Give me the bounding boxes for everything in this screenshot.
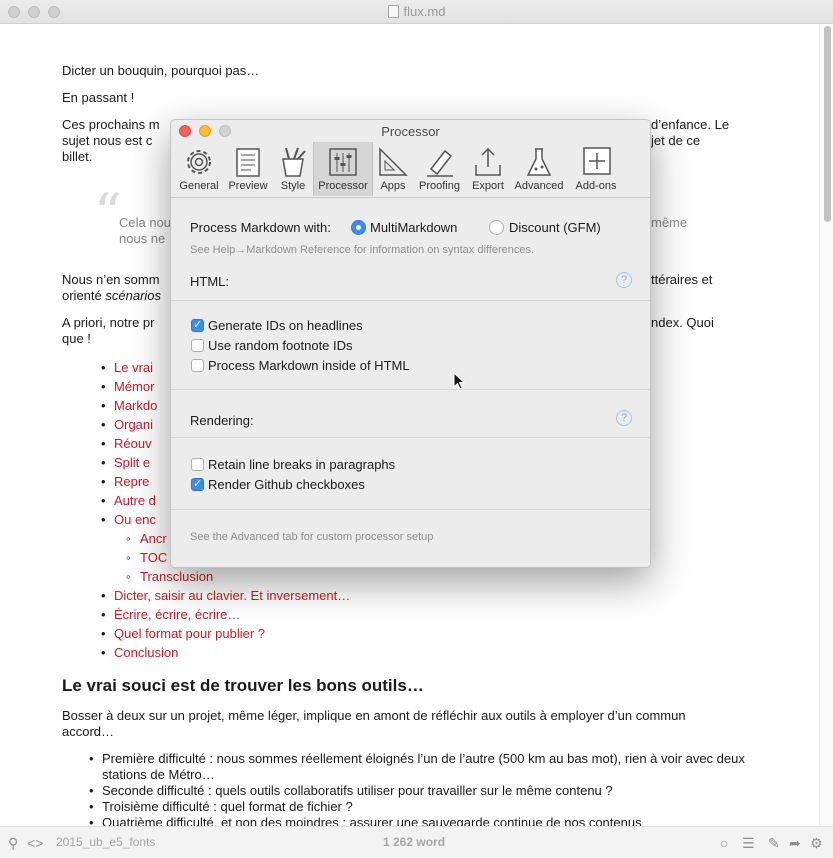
- discount-gfm-radio[interactable]: [489, 220, 504, 235]
- paragraph: Dicter un bouquin, pourquoi pas…: [62, 63, 260, 78]
- document-icon: [387, 5, 399, 18]
- rendering-section-title: Rendering:: [190, 413, 254, 428]
- random-footnote-ids-checkbox[interactable]: [191, 339, 204, 352]
- retain-line-breaks-checkbox[interactable]: [191, 458, 204, 471]
- dialog-title: Processor: [381, 124, 440, 139]
- share-arrow-icon[interactable]: ➦: [789, 835, 801, 852]
- dialog-footer: See the Advanced tab for custom processo…: [171, 509, 650, 567]
- toc-sublink[interactable]: Transclusion: [126, 567, 752, 586]
- advanced-tab-hint: See the Advanced tab for custom processo…: [190, 531, 434, 543]
- brush-cup-icon: [282, 147, 306, 177]
- multimarkdown-radio[interactable]: [351, 220, 366, 235]
- tab-style[interactable]: Style: [274, 142, 312, 196]
- process-markdown-html-label[interactable]: Process Markdown inside of HTML: [208, 358, 410, 373]
- outline-list-icon[interactable]: ☰: [742, 835, 755, 852]
- pin-icon[interactable]: ⚲: [8, 835, 18, 852]
- tab-add-ons[interactable]: Add-ons: [571, 142, 621, 196]
- render-github-checkboxes-label[interactable]: Render Github checkboxes: [208, 477, 365, 492]
- flask-icon: [526, 148, 552, 176]
- tab-advanced[interactable]: Advanced: [511, 142, 567, 196]
- sliders-icon: [329, 148, 357, 176]
- rendering-help-icon[interactable]: ?: [616, 410, 632, 426]
- blockquote-mark-icon: “: [94, 182, 122, 245]
- list-item: Première difficulté : nous sommes réelle…: [89, 751, 752, 783]
- paragraph: Bosser à deux sur un projet, même léger,…: [62, 708, 686, 739]
- discount-gfm-radio-label[interactable]: Discount (GFM): [509, 220, 601, 235]
- toc-link[interactable]: Écrire, écrire, écrire…: [101, 605, 752, 624]
- generate-ids-label[interactable]: Generate IDs on headlines: [208, 318, 363, 333]
- processor-pane: Process Markdown with: MultiMarkdown Dis…: [171, 198, 650, 567]
- settings-gear-icon[interactable]: ⚙: [810, 835, 823, 852]
- toc-link[interactable]: Conclusion: [101, 643, 752, 662]
- section-heading: Le vrai souci est de trouver les bons ou…: [62, 676, 424, 695]
- tab-apps[interactable]: Apps: [375, 142, 411, 196]
- toc-link[interactable]: Dicter, saisir au clavier. Et inversemen…: [101, 586, 752, 605]
- scrollbar-thumb[interactable]: [824, 26, 831, 222]
- vertical-scrollbar[interactable]: [819, 24, 833, 826]
- tab-proofing[interactable]: Proofing: [414, 142, 465, 196]
- tab-export[interactable]: Export: [467, 142, 509, 196]
- file-name: 2015_ub_e5_fonts: [56, 835, 156, 849]
- tab-processor[interactable]: Processor: [313, 142, 373, 196]
- preview-document-icon: [236, 148, 260, 177]
- tab-general[interactable]: General: [176, 142, 222, 196]
- preferences-toolbar: General Preview Style Processor Apps Pro…: [171, 142, 650, 198]
- syntax-help-text: See Help→Markdown Reference for informat…: [190, 244, 535, 256]
- multimarkdown-radio-label[interactable]: MultiMarkdown: [370, 220, 457, 235]
- focus-circle-icon[interactable]: ○: [720, 835, 728, 851]
- table-of-contents-continued: Dicter, saisir au clavier. Et inversemen…: [101, 586, 752, 662]
- html-help-icon[interactable]: ?: [616, 272, 632, 288]
- compose-pen-icon[interactable]: ✎: [768, 835, 780, 852]
- status-bar: ⚲ <> 2015_ub_e5_fonts 1 262 word ○ ☰ ✎ ➦…: [0, 826, 833, 858]
- code-toggle-icon[interactable]: <>: [27, 835, 43, 851]
- list-item: Troisième difficulté : quel format de fi…: [89, 799, 752, 815]
- gear-icon: [187, 150, 211, 174]
- highlighter-icon: [426, 149, 453, 177]
- process-markdown-html-checkbox[interactable]: [191, 359, 204, 372]
- process-markdown-label: Process Markdown with:: [190, 220, 331, 235]
- word-count[interactable]: 1 262 word: [383, 835, 445, 849]
- mouse-pointer-icon: [453, 372, 465, 390]
- render-github-checkboxes-checkbox[interactable]: [191, 477, 204, 491]
- rendering-section-header: Rendering: ?: [171, 389, 650, 438]
- window-titlebar: flux.md: [0, 0, 833, 24]
- preferences-dialog: Processor General Preview Style Processo…: [170, 119, 651, 568]
- export-tray-icon: [475, 147, 501, 176]
- html-section-title: HTML:: [190, 274, 229, 289]
- generate-ids-checkbox[interactable]: [191, 318, 204, 332]
- paragraph: En passant !: [62, 90, 135, 105]
- bullet-list: Première difficulté : nous sommes réelle…: [89, 751, 752, 831]
- toc-link[interactable]: Quel format pour publier ?: [101, 624, 752, 643]
- window-title: flux.md: [0, 4, 833, 19]
- tab-preview[interactable]: Preview: [225, 142, 271, 196]
- retain-line-breaks-label[interactable]: Retain line breaks in paragraphs: [208, 457, 395, 472]
- html-section-header: HTML: ?: [171, 261, 650, 301]
- set-square-icon: [379, 147, 408, 176]
- add-box-icon: [583, 147, 611, 175]
- list-item: Seconde difficulté : quels outils collab…: [89, 783, 752, 799]
- random-footnote-ids-label[interactable]: Use random footnote IDs: [208, 338, 353, 353]
